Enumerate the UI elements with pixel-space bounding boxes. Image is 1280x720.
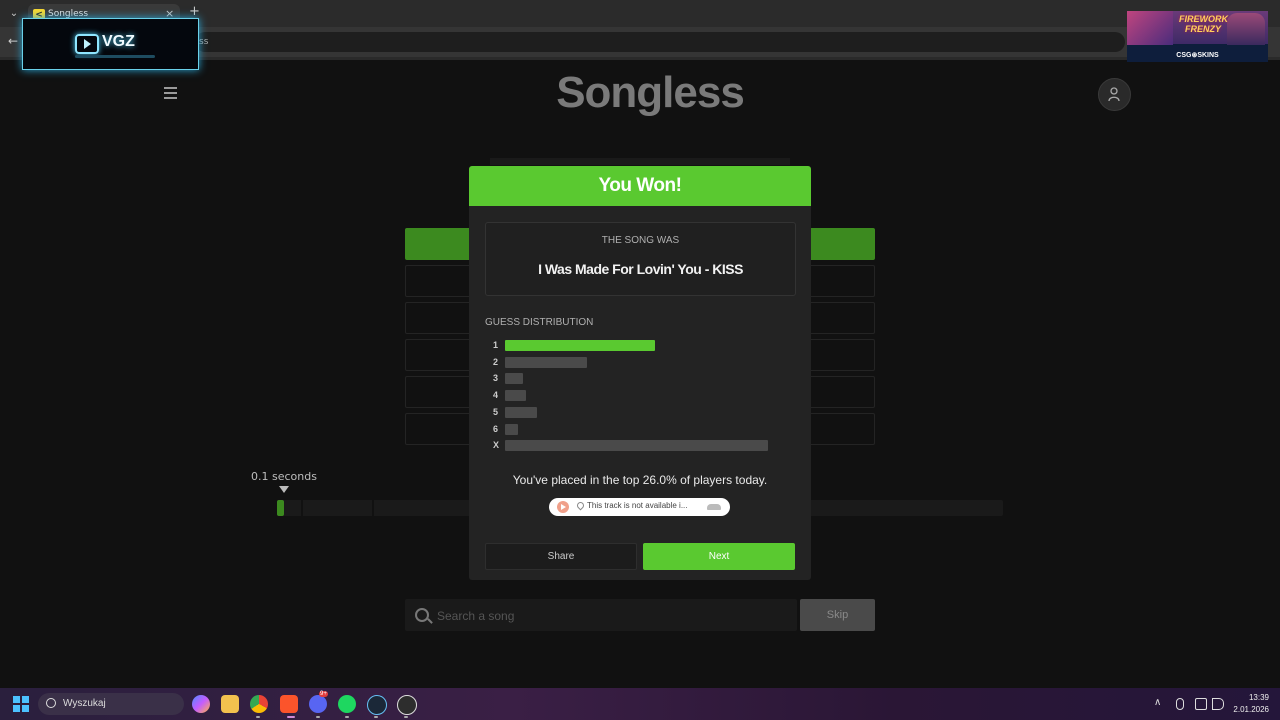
distribution-row: 6 <box>485 423 785 435</box>
distribution-row: X <box>485 439 785 452</box>
steam-icon[interactable] <box>367 695 387 715</box>
taskbar-search-text: Wyszukaj <box>63 698 106 709</box>
placement-text: You've placed in the top 26.0% of player… <box>512 473 768 487</box>
distribution-bar-2 <box>505 356 587 368</box>
distribution-row: 5 <box>485 406 785 418</box>
songless-logo: Songless <box>556 68 745 117</box>
distribution-row: 2 <box>485 356 785 368</box>
distribution-label-x: X <box>493 440 500 451</box>
chrome-icon[interactable] <box>250 695 268 713</box>
discord-badge: 9+ <box>319 691 328 697</box>
app-indicator <box>374 716 378 718</box>
distribution-bar-5 <box>505 406 537 418</box>
search-icon <box>46 698 56 708</box>
search-icon <box>415 608 429 622</box>
song-title: I Was Made For Lovin' You - KISS <box>538 261 743 277</box>
search-input[interactable] <box>435 605 789 627</box>
distribution-label-6: 6 <box>493 423 499 434</box>
win-modal: You Won! THE SONG WAS I Was Made For Lov… <box>469 166 811 580</box>
app-icon[interactable] <box>397 695 417 715</box>
distribution-label-1: 1 <box>493 340 499 350</box>
active-app-indicator <box>287 716 295 718</box>
url-text: ss <box>199 37 209 47</box>
clock-time[interactable]: 13:39 <box>1233 693 1269 702</box>
new-tab-button[interactable]: + <box>189 4 200 19</box>
discord-icon[interactable]: 9+ <box>309 691 328 713</box>
song-was-label: THE SONG WAS <box>601 235 680 246</box>
back-arrow-icon[interactable]: ← <box>8 34 18 48</box>
soundcloud-icon <box>707 504 721 510</box>
search-bar <box>405 599 797 631</box>
sponsor-ad-overlay: FIREWORK FRENZY CSG⊛SKINS <box>1127 11 1268 62</box>
tray-overflow-chevron-icon[interactable]: ∧ <box>1154 697 1161 708</box>
distribution-label-5: 5 <box>493 406 499 417</box>
track-embed[interactable]: This track is not available i... <box>549 498 730 516</box>
distribution-label-3: 3 <box>493 373 499 384</box>
windows-taskbar: Wyszukaj 9+ ∧ 13:39 2.01.2026 <box>0 688 1280 720</box>
microphone-icon[interactable] <box>1176 698 1184 710</box>
skip-button[interactable]: Skip <box>800 599 875 631</box>
guess-distribution-chart: 1 2 3 4 5 6 X <box>485 339 785 457</box>
distribution-label-4: 4 <box>493 390 499 401</box>
volume-icon[interactable] <box>1212 698 1224 710</box>
play-icon[interactable] <box>557 501 569 513</box>
distribution-bar-1 <box>505 340 655 351</box>
vgz-logo-text: VGZ <box>102 33 135 50</box>
vgz-stream-overlay: VGZ <box>22 18 199 70</box>
spotify-icon[interactable] <box>338 695 356 713</box>
user-icon <box>1108 87 1120 102</box>
distribution-label-2: 2 <box>493 356 499 367</box>
distribution-label: GUESS DISTRIBUTION <box>485 317 594 328</box>
progress-segment <box>372 500 374 516</box>
file-explorer-icon[interactable] <box>221 695 239 713</box>
copilot-icon[interactable] <box>192 695 210 713</box>
taskbar-search[interactable]: Wyszukaj <box>38 693 184 715</box>
url-field[interactable]: ss <box>195 32 1125 52</box>
brave-icon[interactable] <box>280 695 298 713</box>
distribution-row: 1 <box>485 339 785 351</box>
clock-date[interactable]: 2.01.2026 <box>1226 705 1269 714</box>
song-card: THE SONG WAS I Was Made For Lovin' You -… <box>485 222 796 296</box>
modal-header: You Won! <box>469 166 811 206</box>
progress-fill <box>277 500 284 516</box>
app-indicator <box>316 716 320 718</box>
app-indicator <box>404 716 408 718</box>
ad-artwork-left <box>1127 11 1173 45</box>
distribution-row: 3 <box>485 372 785 385</box>
ad-title: FIREWORK FRENZY <box>1179 14 1228 34</box>
ad-brand: CSG⊛SKINS <box>1176 52 1219 59</box>
next-button[interactable]: Next <box>643 543 795 570</box>
location-pin-icon <box>575 500 586 511</box>
app-indicator <box>345 716 349 718</box>
progress-segment <box>301 500 303 516</box>
share-button[interactable]: Share <box>485 543 637 570</box>
windows-start-icon[interactable] <box>13 696 29 712</box>
distribution-row: 4 <box>485 389 785 402</box>
ad-artwork-right <box>1227 13 1265 45</box>
track-embed-text: This track is not available i... <box>587 501 688 510</box>
time-marker-icon <box>279 486 289 493</box>
app-indicator <box>256 716 260 718</box>
profile-button[interactable] <box>1098 78 1131 111</box>
vgz-play-icon <box>75 34 99 54</box>
time-label: 0.1 seconds <box>251 470 317 483</box>
distribution-bar-x <box>505 440 768 452</box>
network-icon[interactable] <box>1195 698 1207 710</box>
tab-list-chevron-icon[interactable]: ⌄ <box>6 6 22 22</box>
distribution-bar-3 <box>505 373 523 385</box>
vgz-glow-bar <box>75 55 155 58</box>
distribution-bar-6 <box>505 423 518 435</box>
game-mode-tabs <box>490 158 790 165</box>
distribution-bar-4 <box>505 390 526 402</box>
